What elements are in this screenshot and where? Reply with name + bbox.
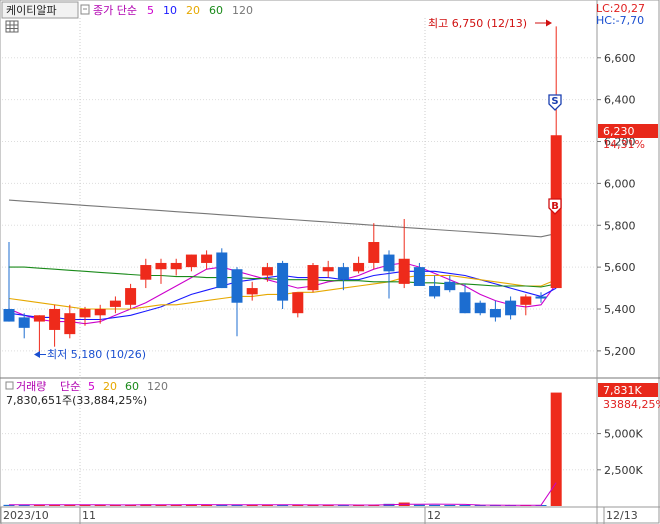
volume-bar: [444, 504, 456, 506]
candle-up: [94, 309, 106, 316]
candle-up: [368, 242, 380, 263]
ma-legend-20: 20: [186, 4, 200, 17]
candle-up: [322, 267, 334, 272]
stock-chart: 케이티알파 종가 단순 5 10 20 60 120 LC:20,27 HC:-7,70…: [0, 0, 660, 524]
candle-down: [459, 292, 471, 314]
candle-up: [520, 296, 532, 305]
candle-down: [413, 267, 425, 286]
stock-name: 케이티알파: [6, 3, 57, 17]
candle-down: [474, 302, 486, 314]
ma-legend-120: 120: [232, 4, 253, 17]
volume-ma-legend-20: 20: [103, 380, 117, 393]
candle-down: [231, 269, 243, 303]
price-tick-label: 5,800: [604, 219, 636, 232]
candle-up: [79, 309, 91, 318]
volume-ma-legend-60: 60: [125, 380, 139, 393]
price-tick-label: 5,200: [604, 345, 636, 358]
volume-tick-label: 5,000K: [604, 428, 643, 441]
volume-bar: [459, 505, 471, 506]
x-axis-label: 12/13: [606, 509, 638, 522]
volume-ma-legend-120: 120: [147, 380, 168, 393]
candle-up: [185, 254, 197, 268]
volume-bar: [429, 504, 441, 506]
candle-up: [33, 315, 45, 322]
high-annotation: 최고 6,750 (12/13): [428, 17, 527, 30]
candle-up: [109, 300, 121, 307]
x-axis-label: 2023/10: [3, 509, 49, 522]
candle-down: [277, 262, 289, 301]
candle-up: [307, 265, 319, 291]
volume-bar: [413, 504, 425, 506]
price-tick-label: 6,600: [604, 52, 636, 65]
price-tick-label: 6,400: [604, 94, 636, 107]
grid-toggle-icon[interactable]: [5, 20, 19, 33]
candle-up: [125, 288, 137, 305]
ma-legend-10: 10: [163, 4, 177, 17]
sell-signal-label: S: [551, 96, 558, 107]
candle-up: [170, 262, 182, 270]
volume-ma-legend-5: 5: [88, 380, 95, 393]
candle-down: [18, 317, 30, 328]
ma-legend-5: 5: [147, 4, 154, 17]
candle-down: [3, 309, 15, 322]
price-tick-label: 6,000: [604, 177, 636, 190]
candle-down: [505, 300, 517, 316]
candle-up: [140, 265, 152, 280]
volume-detail: 7,830,651주(33,884,25%): [6, 394, 147, 407]
candle-down: [489, 309, 501, 318]
candle-down: [535, 296, 547, 299]
candle-down: [383, 254, 395, 272]
volume-tick-label: 2,500K: [604, 464, 643, 477]
volume-ma-title: 단순: [60, 380, 80, 393]
candle-up: [261, 267, 273, 276]
x-axis-label: 11: [82, 509, 96, 522]
volume-title: 거래량: [16, 380, 46, 393]
candle-up: [64, 313, 76, 335]
hc-label: HC:-7,70: [596, 14, 644, 27]
price-badge-change: 14,31%: [603, 138, 645, 151]
low-annotation: 최저 5,180 (10/26): [47, 348, 146, 361]
volume-badge-value: 7,831K: [603, 384, 642, 397]
ma-legend-title: 종가 단순: [93, 4, 137, 17]
x-axis-label: 12: [427, 509, 441, 522]
candle-down: [216, 252, 228, 289]
candle-up: [155, 262, 167, 270]
candle-down: [444, 281, 456, 291]
candle-up: [201, 254, 213, 263]
price-tick-label: 5,400: [604, 303, 636, 316]
candle-up: [49, 309, 61, 330]
candle-down: [429, 285, 441, 297]
candle-up: [246, 288, 258, 295]
buy-signal-label: B: [551, 201, 559, 212]
ma-legend-60: 60: [209, 4, 223, 17]
volume-badge-change: 33884,25%: [603, 398, 660, 411]
candle-up: [398, 258, 410, 284]
price-badge-value: 6,230: [603, 125, 635, 138]
candle-up: [292, 292, 304, 314]
candle-down: [337, 267, 349, 280]
candle-up: [353, 262, 365, 272]
price-tick-label: 5,600: [604, 261, 636, 274]
